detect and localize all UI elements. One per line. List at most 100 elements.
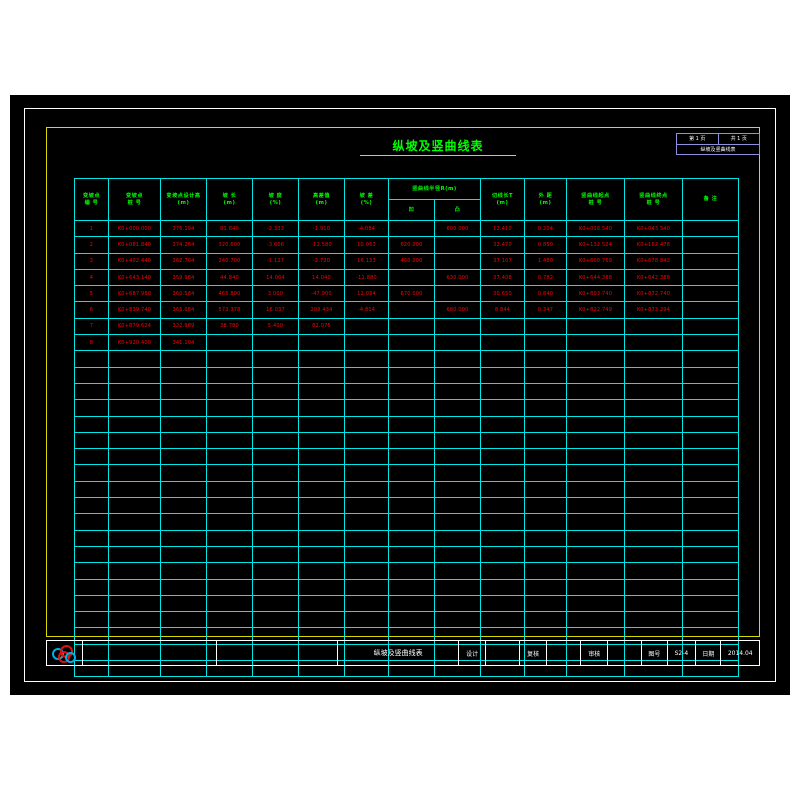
row-radius-concave xyxy=(388,268,435,287)
table-row[interactable] xyxy=(74,448,739,466)
row-station xyxy=(108,382,161,401)
row-no: 3 xyxy=(74,252,109,270)
row-slope-diff xyxy=(344,594,389,613)
row-remark xyxy=(682,431,739,450)
row-elevation: 359.984 xyxy=(160,268,207,287)
row-start-station xyxy=(566,545,625,564)
table-row[interactable] xyxy=(74,399,739,417)
row-no xyxy=(74,464,109,482)
table-row[interactable] xyxy=(74,594,739,613)
row-slope-length xyxy=(206,334,253,352)
row-end-station xyxy=(624,448,683,466)
row-external xyxy=(524,497,567,515)
row-slope-diff xyxy=(344,578,389,596)
row-height-diff xyxy=(298,497,345,515)
row-slope-length xyxy=(206,350,253,368)
row-radius-concave xyxy=(388,334,435,352)
row-end-station xyxy=(624,464,683,482)
table-row[interactable]: 6 K0+839.740 365.084 573.378 16.037 203.434 -4… xyxy=(74,301,739,319)
row-remark xyxy=(682,236,739,254)
table-row[interactable]: 5 K0+687.980 360.584 465.800 3.000 -47.900 12.… xyxy=(74,285,739,303)
row-radius-concave xyxy=(388,594,435,613)
row-slope-diff xyxy=(344,334,389,352)
row-external xyxy=(524,448,567,466)
row-start-station xyxy=(566,448,625,466)
table-row[interactable]: 8 K0+920.400 341.104 xyxy=(74,334,739,352)
header-radius-concave: 凹 xyxy=(388,199,435,221)
table-row[interactable] xyxy=(74,497,739,515)
table-row[interactable] xyxy=(74,382,739,401)
row-external: 0.204 xyxy=(524,219,567,238)
row-height-diff xyxy=(298,594,345,613)
row-radius-convex xyxy=(434,431,481,450)
table-row[interactable] xyxy=(74,350,739,368)
row-gradient xyxy=(252,464,299,482)
row-remark xyxy=(682,578,739,596)
row-gradient: -1.127 xyxy=(252,252,299,270)
row-radius-convex xyxy=(434,513,481,531)
row-slope-length xyxy=(206,562,253,580)
row-height-diff xyxy=(298,415,345,433)
row-gradient xyxy=(252,366,299,384)
table-row[interactable] xyxy=(74,562,739,580)
row-no xyxy=(74,611,109,629)
row-slope-length: 320.600 xyxy=(206,236,253,254)
row-external: 0.840 xyxy=(524,285,567,303)
table-row[interactable]: 7 K0+879.624 322.989 38.780 5.400 82.075 xyxy=(74,317,739,336)
row-gradient: 16.037 xyxy=(252,301,299,319)
row-gradient xyxy=(252,334,299,352)
row-tangent xyxy=(480,480,525,499)
row-external xyxy=(524,578,567,596)
row-tangent xyxy=(480,415,525,433)
table-row[interactable] xyxy=(74,480,739,499)
row-slope-length xyxy=(206,431,253,450)
titleblock-check-value[interactable] xyxy=(547,641,582,665)
table-row[interactable] xyxy=(74,578,739,596)
row-external xyxy=(524,366,567,384)
titleblock-design-value[interactable] xyxy=(486,641,521,665)
row-gradient xyxy=(252,578,299,596)
row-no: 8 xyxy=(74,334,109,352)
table-row[interactable]: 4 K0+643.140 359.984 44.840 14.004 14.040 -11.… xyxy=(74,268,739,287)
table-row[interactable] xyxy=(74,529,739,547)
schedule-table: 变坡点编 号变坡点桩 号变坡点设计高 (m) 坡 长 (m) 坡 度 (%) 高差值 (m) 坡… xyxy=(74,178,739,678)
table-row[interactable]: 3 K0+402.440 362.704 240.700 -1.127 -2.720 16.… xyxy=(74,252,739,270)
row-elevation xyxy=(160,350,207,368)
table-row[interactable]: 1 K0+000.000 376.194 81.840 -2.333 -1.910 -4.0… xyxy=(74,219,739,238)
row-external xyxy=(524,611,567,629)
titleblock-date-value: 2014.04 xyxy=(727,649,753,657)
table-row[interactable] xyxy=(74,464,739,482)
row-station: K0+879.624 xyxy=(108,317,161,336)
row-external xyxy=(524,480,567,499)
row-radius-concave xyxy=(388,301,435,319)
row-height-diff: 14.040 xyxy=(298,268,345,287)
row-slope-length xyxy=(206,497,253,515)
titleblock-review-value[interactable] xyxy=(608,641,643,665)
row-tangent xyxy=(480,382,525,401)
table-row[interactable] xyxy=(74,611,739,629)
row-no: 2 xyxy=(74,236,109,254)
row-gradient xyxy=(252,562,299,580)
table-body: 1 K0+000.000 376.194 81.840 -2.333 -1.910 -4.0… xyxy=(74,219,739,678)
table-row[interactable] xyxy=(74,366,739,384)
table-row[interactable]: 2 K0+081.840 374.284 320.600 -3.606 -11.580 10… xyxy=(74,236,739,254)
row-slope-length xyxy=(206,578,253,596)
row-end-station: K0+873.294 xyxy=(624,301,683,319)
table-row[interactable] xyxy=(74,415,739,433)
row-end-station xyxy=(624,545,683,564)
table-row[interactable] xyxy=(74,513,739,531)
row-remark xyxy=(682,317,739,336)
row-end-station xyxy=(624,399,683,417)
table-row[interactable] xyxy=(74,545,739,564)
table-row[interactable] xyxy=(74,431,739,450)
row-slope-diff: 16.133 xyxy=(344,252,389,270)
row-radius-concave xyxy=(388,431,435,450)
row-slope-length: 44.840 xyxy=(206,268,253,287)
row-gradient: -3.606 xyxy=(252,236,299,254)
row-end-station xyxy=(624,334,683,352)
row-remark xyxy=(682,285,739,303)
row-external xyxy=(524,382,567,401)
row-station xyxy=(108,464,161,482)
row-slope-length xyxy=(206,399,253,417)
row-radius-concave: 670.000 xyxy=(388,285,435,303)
